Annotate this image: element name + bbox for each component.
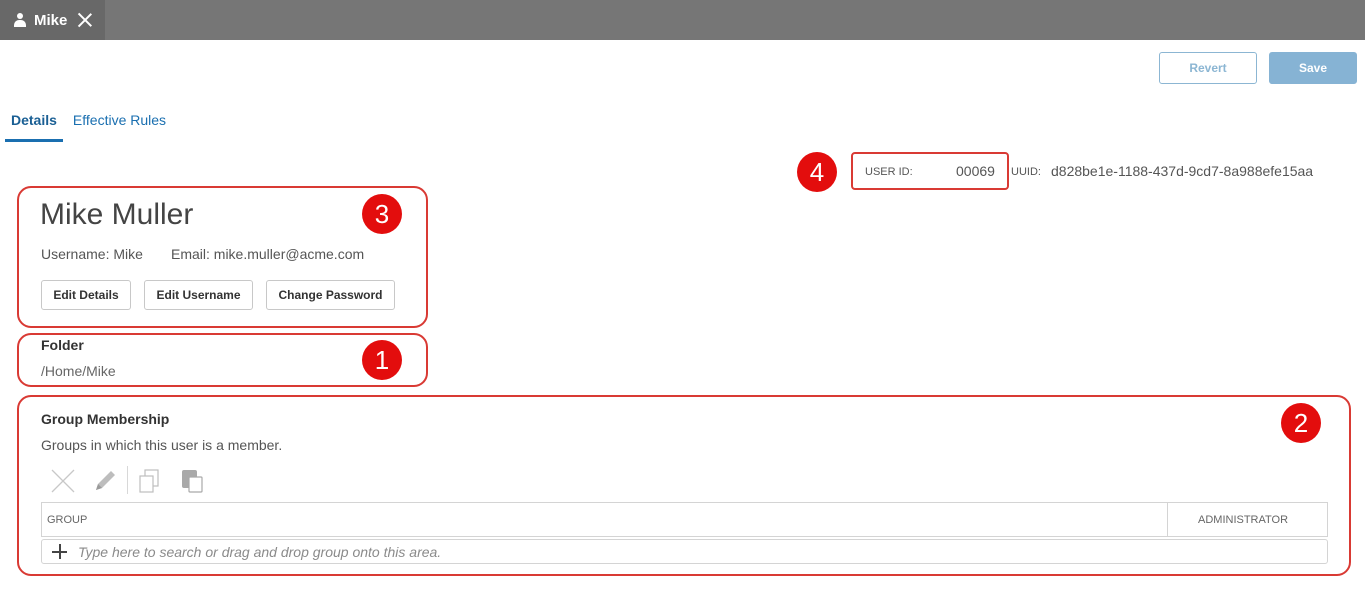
close-icon[interactable] bbox=[77, 12, 93, 28]
delete-icon[interactable] bbox=[50, 468, 76, 494]
document-tab-mike[interactable]: Mike bbox=[0, 0, 105, 40]
user-icon bbox=[14, 13, 26, 27]
uuid-value: d828be1e-1188-437d-9cd7-8a988efe15aa bbox=[1051, 163, 1314, 179]
annotation-badge-3: 3 bbox=[362, 194, 402, 234]
edit-username-button[interactable]: Edit Username bbox=[144, 280, 253, 310]
add-group-row[interactable] bbox=[41, 539, 1328, 564]
annotation-badge-2: 2 bbox=[1281, 403, 1321, 443]
tab-details[interactable]: Details bbox=[5, 108, 63, 142]
edit-details-button[interactable]: Edit Details bbox=[41, 280, 131, 310]
change-password-button[interactable]: Change Password bbox=[266, 280, 395, 310]
group-membership-description: Groups in which this user is a member. bbox=[41, 437, 283, 453]
folder-title: Folder bbox=[41, 337, 84, 353]
uuid-label: UUID: bbox=[1011, 166, 1041, 178]
user-id-label: USER ID: bbox=[865, 166, 913, 178]
tab-effective-rules[interactable]: Effective Rules bbox=[67, 108, 172, 142]
annotation-badge-1: 1 bbox=[362, 340, 402, 380]
group-grid-header: GROUP ADMINISTRATOR bbox=[41, 502, 1328, 537]
username-text: Username: Mike bbox=[41, 246, 143, 262]
column-header-administrator[interactable]: ADMINISTRATOR bbox=[1198, 514, 1288, 526]
save-button[interactable]: Save bbox=[1269, 52, 1357, 84]
plus-icon[interactable] bbox=[52, 544, 68, 560]
annotation-badge-4: 4 bbox=[797, 152, 837, 192]
toolbar-divider bbox=[127, 466, 128, 494]
email-text: Email: mike.muller@acme.com bbox=[171, 246, 365, 262]
document-tab-bar bbox=[0, 0, 1365, 40]
user-id-value: 00069 bbox=[956, 163, 995, 179]
document-tab-label: Mike bbox=[34, 11, 68, 29]
view-tabs: Details Effective Rules bbox=[5, 108, 172, 142]
revert-button[interactable]: Revert bbox=[1159, 52, 1257, 84]
folder-path: /Home/Mike bbox=[41, 363, 116, 379]
copy-icon[interactable] bbox=[137, 468, 163, 494]
edit-icon[interactable] bbox=[92, 468, 118, 494]
user-full-name: Mike Muller bbox=[40, 198, 194, 231]
column-divider[interactable] bbox=[1167, 503, 1168, 536]
paste-icon[interactable] bbox=[179, 468, 205, 494]
column-header-group[interactable]: GROUP bbox=[47, 514, 87, 526]
group-search-input[interactable] bbox=[78, 542, 1318, 561]
group-membership-title: Group Membership bbox=[41, 411, 170, 427]
